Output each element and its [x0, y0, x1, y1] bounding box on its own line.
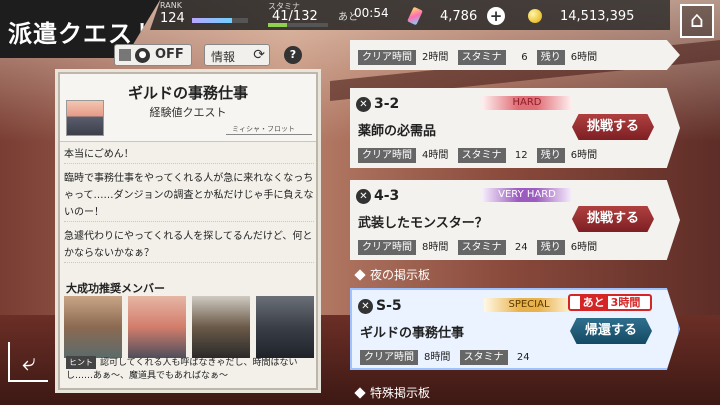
quest-dialogue: 本当にごめん！ 臨時で事務仕事をやってくれる人が急に来れなくなっちゃって……ダン… — [64, 146, 314, 269]
clear-time-tag: クリア時間 — [358, 50, 416, 65]
night-board-text: 夜の掲示板 — [370, 268, 431, 282]
clear-time-value: 2時間 — [422, 52, 449, 63]
special-board-label[interactable]: 特殊掲示板 — [350, 384, 430, 401]
rank-value: 124 — [160, 11, 185, 26]
remaining-value: 6時間 — [570, 52, 598, 63]
back-button[interactable]: ⤶ — [8, 342, 48, 382]
quest-panel-3-2[interactable]: ✕ 3-2 HARD 薬師の必需品 挑戦する クリア時間 4時間 スタミナ 12 残… — [350, 88, 680, 168]
challenge-button[interactable]: 挑戦する — [572, 206, 654, 232]
clear-time-tag: クリア時間 — [360, 350, 418, 365]
stamina-cost-value: 12 — [514, 150, 528, 161]
hint-box: ヒント 認可してくれる人も呼ばなきゃだし、時間はないし……あぁ～、魔道具でもあれば… — [66, 356, 314, 383]
difficulty-badge: SPECIAL — [484, 298, 574, 312]
dialogue-line: 臨時で事務仕事をやってくれる人が急に来れなくなっちゃって……ダンジョンの調査とか… — [64, 170, 314, 222]
recommended-members-title: 大成功推奨メンバー — [66, 282, 165, 295]
quest-meta: クリア時間 8時間 スタミナ 24 残り 6時間 — [358, 238, 603, 255]
gem-count: 4,786 — [440, 9, 478, 24]
gold-count: 14,513,395 — [560, 9, 635, 24]
clear-time-value: 8時間 — [422, 242, 449, 253]
night-board-label[interactable]: 夜の掲示板 — [350, 266, 430, 283]
member-portrait[interactable] — [64, 296, 122, 358]
difficulty-badge: HARD — [482, 96, 572, 110]
clear-time-value: 4時間 — [422, 150, 449, 161]
diamond-icon — [354, 269, 366, 281]
quest-list[interactable]: クリア時間 2時間 スタミナ 6 残り 6時間 ✕ 3-2 HARD 薬師の必需品 挑… — [350, 40, 680, 405]
help-button[interactable]: ? — [284, 46, 302, 64]
quest-detail-card: ギルドの事務仕事 経験値クエスト ミィシャ・フロット 本当にごめん！ 臨時で事務… — [58, 72, 318, 390]
refresh-icon: ⟳ — [253, 47, 265, 63]
remaining-tag: 残り — [536, 148, 565, 163]
time-left-label: あと — [579, 296, 608, 309]
member-portrait[interactable] — [256, 296, 314, 358]
notice-state: OFF — [155, 47, 184, 62]
bell-icon: ● — [135, 48, 150, 63]
stamina-tag: スタミナ — [457, 240, 506, 255]
close-icon: ✕ — [356, 189, 371, 204]
remaining-value: 6時間 — [570, 242, 598, 253]
quest-name: 武装したモンスター？ — [358, 216, 488, 231]
remaining-value: 6時間 — [570, 150, 598, 161]
quest-name: 薬師の必需品 — [358, 124, 437, 139]
rank-label: RANK — [160, 1, 182, 10]
stamina-cost-value: 24 — [514, 242, 528, 253]
recommended-members — [64, 296, 316, 358]
member-portrait[interactable] — [128, 296, 186, 358]
coin-icon — [528, 9, 542, 23]
rank-progress — [192, 18, 248, 23]
quest-meta: クリア時間 4時間 スタミナ 12 残り 6時間 — [358, 146, 603, 163]
notice-toggle[interactable]: ● OFF — [114, 44, 192, 66]
stamina-cost-value: 6 — [521, 52, 528, 63]
clear-time-tag: クリア時間 — [358, 240, 416, 255]
checkbox-icon — [119, 49, 131, 61]
clear-time-tag: クリア時間 — [358, 148, 416, 163]
info-label: 情報 — [211, 50, 236, 64]
quest-id: 3-2 — [374, 96, 400, 112]
close-icon: ✕ — [358, 299, 373, 314]
quest-panel-4-3[interactable]: ✕ 4-3 VERY HARD 武装したモンスター？ 挑戦する クリア時間 8時間… — [350, 180, 680, 260]
stamina-value: 41/132 — [272, 9, 318, 24]
quest-id: 4-3 — [374, 188, 400, 204]
npc-name: ミィシャ・フロット — [226, 124, 312, 135]
home-button[interactable]: ⌂ — [680, 4, 714, 38]
quest-meta: クリア時間 8時間 スタミナ 24 — [360, 348, 536, 365]
recover-timer: 00:54 — [354, 6, 389, 20]
add-gems-button[interactable]: + — [487, 7, 505, 25]
quest-name: ギルドの事務仕事 — [360, 326, 465, 341]
quest-id: S-5 — [376, 298, 402, 314]
special-board-text: 特殊掲示板 — [370, 386, 431, 400]
close-icon: ✕ — [356, 97, 371, 112]
npc-portrait — [66, 100, 104, 136]
return-button[interactable]: 帰還する — [570, 318, 652, 344]
stamina-tag: スタミナ — [457, 148, 506, 163]
challenge-button[interactable]: 挑戦する — [572, 114, 654, 140]
dialogue-line: 急遽代わりにやってくれる人を探してるんだけど、何とかならないかなぁ？ — [64, 228, 314, 263]
stamina-tag: スタミナ — [459, 350, 508, 365]
remaining-tag: 残り — [536, 50, 565, 65]
member-portrait[interactable] — [192, 296, 250, 358]
info-button[interactable]: 情報 ⟳ — [204, 44, 270, 66]
dialogue-line: 本当にごめん！ — [64, 146, 314, 164]
time-left-value: 3時間 — [610, 296, 641, 309]
stamina-tag: スタミナ — [457, 50, 506, 65]
time-left-badge: あと 3時間 — [568, 294, 652, 311]
hint-text: 認可してくれる人も呼ばなきゃだし、時間はないし……あぁ～、魔道具でもあればなぁ～ — [66, 358, 298, 381]
diamond-icon — [354, 387, 366, 399]
stamina-progress — [268, 23, 328, 27]
clear-time-value: 8時間 — [424, 352, 451, 363]
quest-meta: クリア時間 2時間 スタミナ 6 残り 6時間 — [358, 48, 603, 65]
quest-panel-partial[interactable]: クリア時間 2時間 スタミナ 6 残り 6時間 — [350, 40, 680, 70]
remaining-tag: 残り — [536, 240, 565, 255]
quest-panel-s-5[interactable]: ✕ S-5 SPECIAL あと 3時間 ギルドの事務仕事 帰還する クリア時間 8… — [350, 288, 680, 370]
quest-detail-header: ギルドの事務仕事 経験値クエスト ミィシャ・フロット — [60, 74, 316, 142]
hint-tag: ヒント — [66, 356, 96, 369]
difficulty-badge: VERY HARD — [482, 188, 572, 202]
stamina-cost-value: 24 — [516, 352, 530, 363]
